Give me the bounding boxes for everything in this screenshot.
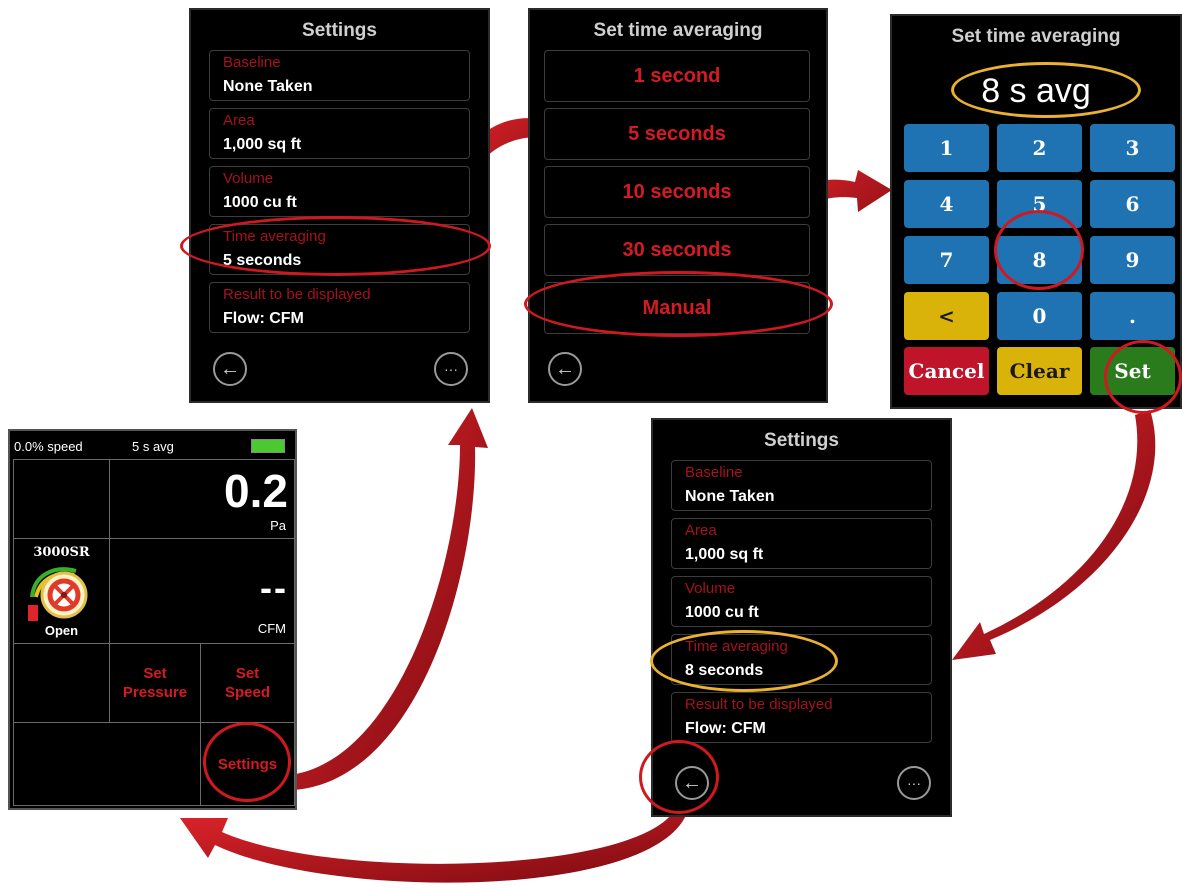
cell-pressure: 0.2 Pa (109, 459, 295, 539)
option-10-seconds[interactable]: 10 seconds (544, 166, 810, 218)
cancel-button[interactable]: Cancel (904, 347, 989, 395)
field-label: Area (223, 112, 255, 129)
set-speed-label: Set Speed (224, 665, 270, 701)
screen-title: Set time averaging (951, 26, 1121, 47)
pressure-value: 0.2 (224, 465, 288, 517)
settings-button[interactable]: Settings (200, 722, 295, 806)
more-button[interactable]: ··· (434, 352, 468, 386)
field-time-averaging[interactable]: Time averaging 5 seconds (209, 224, 470, 275)
field-label: Baseline (223, 54, 281, 71)
key-1[interactable]: 1 (904, 124, 989, 172)
screen-title: Settings (764, 430, 839, 451)
set-button[interactable]: Set (1090, 347, 1175, 395)
arrow-left-icon: ← (682, 772, 702, 794)
field-value: None Taken (223, 78, 313, 95)
key-8[interactable]: 8 (997, 236, 1082, 284)
flow-unit: CFM (257, 621, 286, 636)
key-0[interactable]: 0 (997, 292, 1082, 340)
battery-icon (251, 439, 285, 453)
key-5[interactable]: 5 (997, 180, 1082, 228)
speed-readout: 0.0% speed (14, 439, 83, 454)
arrow-main-to-settings (290, 408, 488, 790)
field-value: 1,000 sq ft (223, 136, 302, 153)
arrow-left-icon: ← (555, 358, 575, 380)
field-value: 1,000 sq ft (685, 546, 764, 563)
option-5-seconds[interactable]: 5 seconds (544, 108, 810, 160)
field-volume[interactable]: Volume 1000 cu ft (209, 166, 470, 217)
field-label: Baseline (685, 464, 743, 481)
keypad-screen: Set time averaging 8 s avg 1 2 3 4 5 6 7… (890, 14, 1182, 409)
field-label: Volume (685, 580, 736, 597)
back-button[interactable]: ← (213, 352, 247, 386)
cell-fan[interactable]: 3000SR Open (13, 538, 110, 644)
cell-empty-top-left (13, 459, 110, 539)
cell-empty-mid-left (13, 643, 110, 723)
key-3[interactable]: 3 (1090, 124, 1175, 172)
averaging-display: 8 s avg (981, 72, 1091, 110)
fan-state: Open (44, 623, 79, 638)
key-6[interactable]: 6 (1090, 180, 1175, 228)
fan-icon (28, 567, 88, 621)
back-button[interactable]: ← (675, 766, 709, 800)
key-backspace[interactable]: < (904, 292, 989, 340)
field-value: Flow: CFM (685, 720, 766, 737)
ellipsis-icon: ··· (444, 361, 458, 377)
field-label: Result to be displayed (685, 696, 833, 713)
arrow-keypad-to-settings (952, 410, 1156, 660)
key-2[interactable]: 2 (997, 124, 1082, 172)
key-decimal[interactable]: . (1090, 292, 1175, 340)
averaging-options-screen: Set time averaging 1 second 5 seconds 10… (528, 8, 828, 403)
field-area[interactable]: Area 1,000 sq ft (671, 518, 932, 569)
settings-screen: Settings Baseline None Taken Area 1,000 … (189, 8, 490, 403)
settings-screen-updated: Settings Baseline None Taken Area 1,000 … (651, 418, 952, 817)
key-7[interactable]: 7 (904, 236, 989, 284)
pressure-unit: Pa (270, 518, 286, 533)
field-label: Result to be displayed (223, 286, 371, 303)
option-30-seconds[interactable]: 30 seconds (544, 224, 810, 276)
field-value: 8 seconds (685, 662, 764, 679)
field-value: Flow: CFM (223, 310, 304, 327)
settings-label: Settings (217, 756, 278, 773)
field-label: Time averaging (685, 638, 788, 655)
field-value: 5 seconds (223, 252, 302, 269)
field-value: 1000 cu ft (223, 194, 297, 211)
field-baseline[interactable]: Baseline None Taken (209, 50, 470, 101)
cell-empty-bottom-left (13, 722, 201, 806)
main-screen: 0.0% speed 5 s avg 0.2 Pa 3000SR Open --… (8, 429, 297, 810)
set-pressure-button[interactable]: Set Pressure (109, 643, 201, 723)
set-speed-button[interactable]: Set Speed (200, 643, 295, 723)
fan-model: 3000SR (33, 545, 90, 560)
field-result-displayed[interactable]: Result to be displayed Flow: CFM (671, 692, 932, 743)
ellipsis-icon: ··· (907, 775, 921, 791)
screen-title: Set time averaging (593, 20, 763, 41)
key-9[interactable]: 9 (1090, 236, 1175, 284)
arrow-left-icon: ← (220, 358, 240, 380)
field-volume[interactable]: Volume 1000 cu ft (671, 576, 932, 627)
set-pressure-label: Set Pressure (122, 665, 188, 701)
field-baseline[interactable]: Baseline None Taken (671, 460, 932, 511)
field-area[interactable]: Area 1,000 sq ft (209, 108, 470, 159)
field-label: Volume (223, 170, 274, 187)
screen-title: Settings (302, 20, 377, 41)
field-label: Time averaging (223, 228, 326, 245)
more-button[interactable]: ··· (897, 766, 931, 800)
arrow-settings-to-main (180, 808, 688, 883)
flow-value: -- (260, 567, 288, 608)
averaging-readout: 5 s avg (132, 439, 174, 454)
field-time-averaging[interactable]: Time averaging 8 seconds (671, 634, 932, 685)
field-value: 1000 cu ft (685, 604, 759, 621)
field-result-displayed[interactable]: Result to be displayed Flow: CFM (209, 282, 470, 333)
back-button[interactable]: ← (548, 352, 582, 386)
key-4[interactable]: 4 (904, 180, 989, 228)
clear-button[interactable]: Clear (997, 347, 1082, 395)
field-label: Area (685, 522, 717, 539)
field-value: None Taken (685, 488, 775, 505)
cell-flow: -- CFM (109, 538, 295, 644)
option-manual[interactable]: Manual (544, 282, 810, 334)
option-1-second[interactable]: 1 second (544, 50, 810, 102)
